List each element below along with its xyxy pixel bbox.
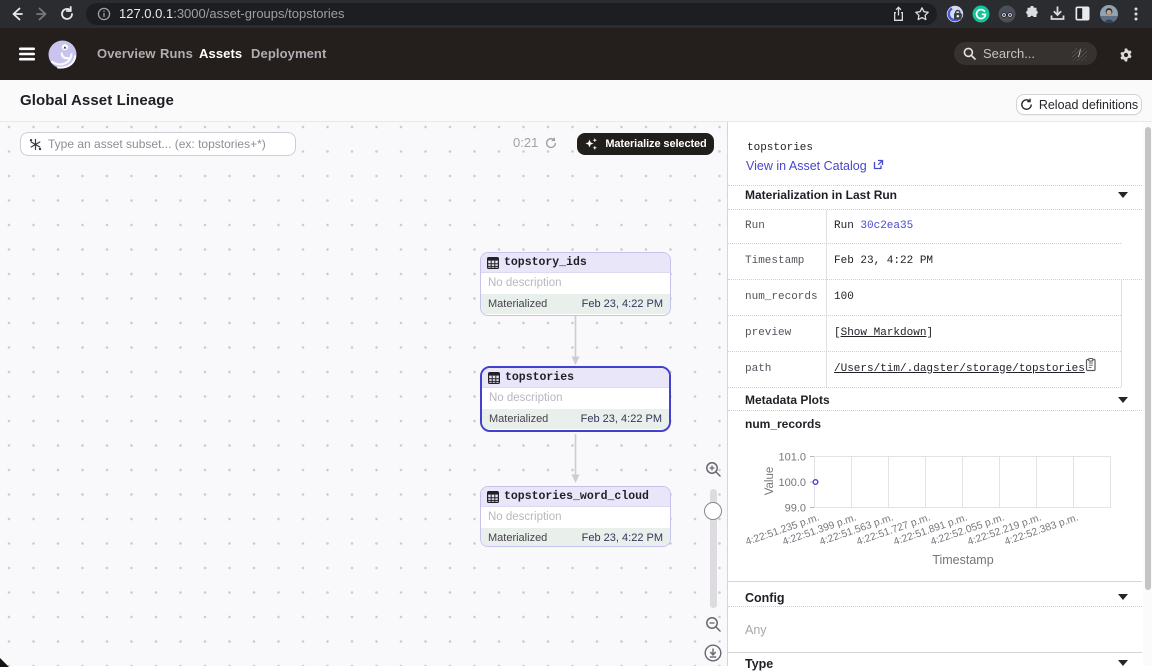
svg-text:100.0: 100.0 [778,477,806,489]
svg-text:101.0: 101.0 [778,452,806,464]
svg-text:Value: Value [764,467,776,496]
svg-text:Timestamp: Timestamp [932,553,993,567]
svg-text:99.0: 99.0 [785,503,806,515]
